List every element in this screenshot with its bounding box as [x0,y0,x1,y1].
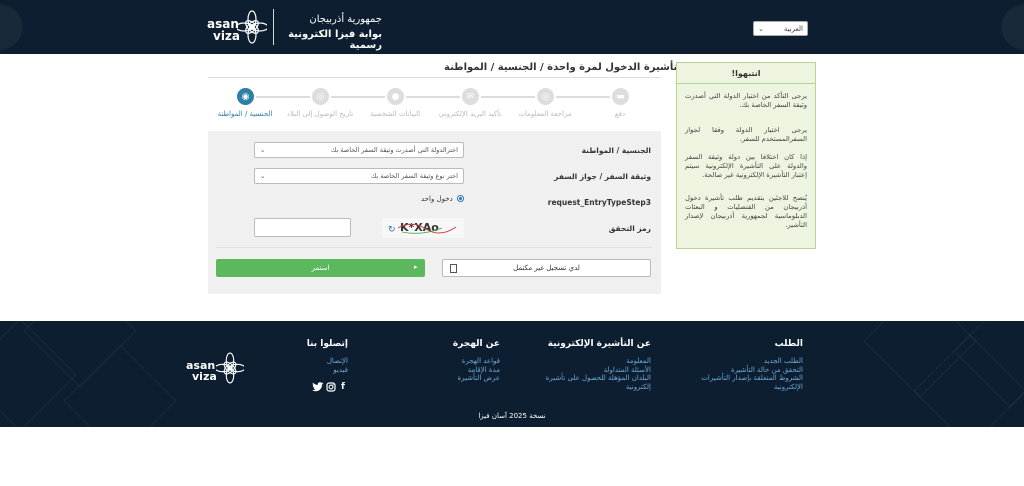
chevron-down-icon: ⌄ [260,172,266,180]
copyright: نسخة 2025 آسان فيزا [478,412,546,420]
chevron-down-icon: ⌄ [260,146,266,154]
step-review-icon: ◎ [535,86,556,107]
nationality-label: الجنسية / المواطنة [581,146,651,155]
incomplete-registration-button[interactable]: لدي تسجيل غير مكتمل [442,259,651,277]
warning-paragraph-2: يرجى اختيار الدولة وفقا لجواز السفرالمست… [685,126,807,143]
continue-label: استمر [311,264,330,272]
site-header [0,0,1024,54]
single-entry-radio[interactable] [457,195,464,202]
chevron-right-icon: ▸ [414,263,418,271]
warning-paragraph-3: إذا كان اختلافا بين دولة وثيقة السفر وال… [685,153,807,179]
step-label-nationality[interactable]: الجنسية / المواطنة [210,110,280,119]
step-personal-data-icon: ● [385,86,406,107]
footer-logo[interactable]: asan viza [186,352,244,386]
step-nationality-icon[interactable]: ◉ [235,86,256,107]
footer-link-conditions[interactable]: الشروط المتعلقة بإصدار التأشيرات [700,374,803,383]
footer-contact-links: الإتصال فيديو [290,357,348,374]
language-select[interactable]: ⌄ العربية [753,21,808,36]
header-divider [273,9,274,45]
footer-link-stay-duration[interactable]: مدة الإقامة [440,366,500,375]
twitter-icon[interactable] [312,382,324,392]
header-pattern [0,0,1024,54]
step-arrival-date-icon: ◎ [310,86,331,107]
header-portal-title: بوابة فيزا الكترونية رسمية [288,29,382,51]
travel-document-label: وثيقة السفر / جواز السفر [554,172,651,181]
chevron-down-icon: ⌄ [758,24,764,33]
footer-link-info[interactable]: المعلومة [540,357,651,366]
asanviza-logo[interactable]: asan viza [207,10,267,46]
nationality-select[interactable]: ⌄ اخترالدولة التي أصدرت وثيقة السفر الخا… [254,142,464,158]
travel-document-select[interactable]: ⌄ اختر نوع وثيقة السفر الخاصة بك [254,168,464,184]
footer-evisa-title: عن التأشيرة الإلكترونية [547,339,651,349]
captcha-label: رمز التحقق [608,224,651,233]
warning-paragraph-4: يُنصح للاجئين بتقديم طلب تأشيرة دخول أذر… [685,194,807,229]
facebook-icon[interactable]: f [338,382,348,392]
step-label-arrival-date: تاريخ الوصول إلى البلاد [286,110,354,118]
logo-flower-icon [237,10,267,44]
form-divider [216,247,652,248]
footer-contact-title: إتصلوا بنا [306,339,348,349]
header-country: جمهورية أذربيجان [309,14,382,25]
continue-button[interactable]: استمر ▸ [216,259,425,277]
step-label-personal-data: البيانات الشخصية [369,110,421,118]
entry-type-label: request_EntryTypeStep3 [547,198,651,207]
step-label-email: تأكيد البريد الإلكتروني [438,110,502,118]
captcha-image: ↻ K*XAo [382,218,464,238]
footer-link-eligible-countries-cont[interactable]: إلكترونية [540,383,651,392]
footer-link-conditions-cont[interactable]: الإلكترونية [700,383,803,392]
footer-link-visa-offer[interactable]: عرض التأشيرة [440,374,500,383]
step-label-payment: دفع [614,110,626,118]
nationality-placeholder: اخترالدولة التي أصدرت وثيقة السفر الخاصة… [330,146,458,154]
file-icon [450,264,457,273]
step-email-icon: ✉ [460,86,481,107]
warning-paragraph-1: يرجى التأكد من اختيار الدولة التي أصدرت … [685,92,807,109]
page-title-text: طلب تأشيرة الدخول لمرة واحدة / الجنسية /… [444,62,705,73]
captcha-input[interactable] [254,218,351,237]
steps-progress-line [245,96,621,98]
warning-box: !انتبهوا يرجى التأكد من اختيار الدولة ال… [676,62,816,249]
footer-link-video[interactable]: فيديو [290,366,348,375]
footer-logo-word-2: viza [192,370,217,383]
footer-link-check-status[interactable]: التحقق من حالة التأشيرة [700,366,803,375]
single-entry-label[interactable]: دخول واحد [421,195,453,203]
footer-migration-title: عن الهجرة [452,339,500,349]
footer-link-migration-rules[interactable]: قواعد الهجرة [440,357,500,366]
footer-request-title: الطلب [774,339,803,349]
footer-evisa-links: المعلومة الأسئلة المتداولة البلدان المؤه… [540,357,651,391]
footer-request-links: الطلب الجديد التحقق من حالة التأشيرة الش… [700,357,803,391]
logo-word-2: viza [213,29,241,43]
incomplete-registration-label: لدي تسجيل غير مكتمل [513,264,580,272]
logo-flower-icon [216,352,244,384]
footer-link-contact[interactable]: الإتصال [290,357,348,366]
captcha-graphic: ↻ K*XAo [388,221,457,235]
travel-document-placeholder: اختر نوع وثيقة السفر الخاصة بك [370,172,458,180]
instagram-icon[interactable] [326,382,336,392]
page-title: طلب تأشيرة الدخول لمرة واحدة / الجنسية /… [444,62,715,73]
language-value: العربية [783,24,803,33]
footer-migration-links: قواعد الهجرة مدة الإقامة عرض التأشيرة [440,357,500,383]
warning-title: !انتبهوا [677,63,815,84]
step-label-review: مراجعة المعلومات [518,110,572,118]
footer-link-eligible-countries[interactable]: البلدان المؤهلة للحصول على تأشيرة [540,374,651,383]
title-divider [208,77,661,78]
refresh-icon: ↻ [388,225,396,235]
step-payment-icon: ▬ [610,86,631,107]
footer-link-faq[interactable]: الأسئلة المتداولة [540,366,651,375]
footer-link-new-request[interactable]: الطلب الجديد [700,357,803,366]
